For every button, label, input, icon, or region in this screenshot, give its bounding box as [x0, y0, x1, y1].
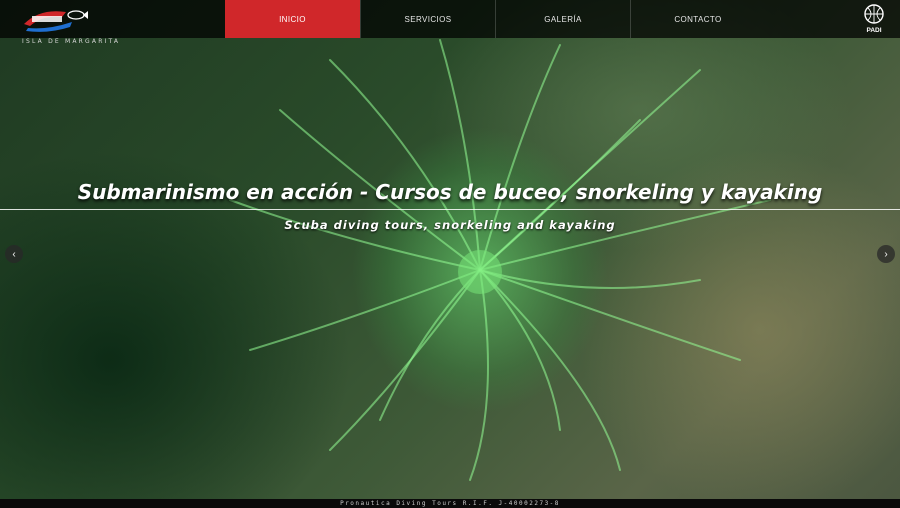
- top-navigation-bar: ISLA DE MARGARITA INICIO SERVICIOS GALER…: [0, 0, 900, 45]
- nav-item-servicios[interactable]: SERVICIOS: [360, 0, 495, 38]
- pronautica-logo[interactable]: [20, 4, 90, 34]
- hero-subtitle: Scuba diving tours, snorkeling and kayak…: [284, 218, 616, 232]
- padi-logo[interactable]: PADI: [863, 4, 885, 34]
- svg-text:PADI: PADI: [866, 27, 881, 34]
- footer-bar: Pronautica Diving Tours R.I.F. J-4000227…: [0, 499, 900, 508]
- chevron-right-icon: ›: [884, 248, 888, 260]
- logo-subtitle: ISLA DE MARGARITA: [22, 38, 121, 45]
- sea-anemone-image: [229, 39, 771, 481]
- nav-item-galeria[interactable]: GALERÍA: [495, 0, 630, 38]
- main-nav: INICIO SERVICIOS GALERÍA CONTACTO: [225, 0, 765, 38]
- slider-next-button[interactable]: ›: [877, 245, 895, 263]
- hero-divider: [0, 209, 900, 210]
- hero-background-image: [0, 0, 900, 508]
- slider-prev-button[interactable]: ‹: [5, 245, 23, 263]
- chevron-left-icon: ‹: [12, 248, 16, 260]
- nav-item-inicio[interactable]: INICIO: [225, 0, 360, 38]
- nav-item-contacto[interactable]: CONTACTO: [630, 0, 765, 38]
- hero-title: Submarinismo en acción - Cursos de buceo…: [77, 180, 823, 204]
